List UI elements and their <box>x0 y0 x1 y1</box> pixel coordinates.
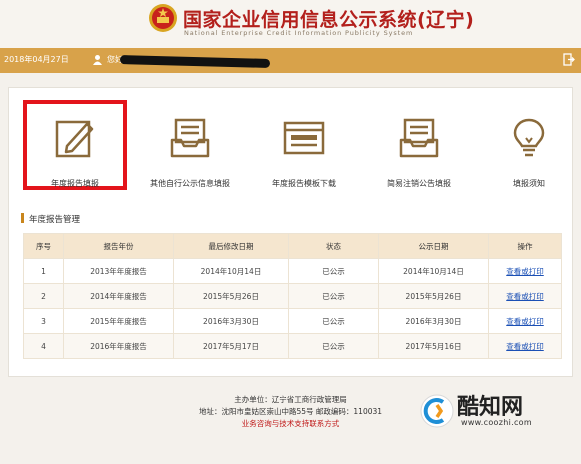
edit-document-icon <box>55 120 94 158</box>
publish-date: 2015年5月26日 <box>378 283 489 309</box>
function-label: 年度报告模板下载 <box>272 179 336 188</box>
column-header: 报告年份 <box>63 233 174 259</box>
table-row: 2 2014年年度报告 2015年5月26日 已公示 2015年5月26日 查看… <box>23 283 562 309</box>
template-window-icon <box>283 121 325 155</box>
filing-notice-button[interactable]: 填报须知 <box>474 116 581 189</box>
row-index: 3 <box>23 308 64 334</box>
column-header: 最后修改日期 <box>173 233 289 259</box>
function-label: 年度报告填报 <box>51 179 99 188</box>
view-print-link[interactable]: 查看或打印 <box>488 333 562 359</box>
user-bar: 2018年04月27日 您好 <box>0 48 581 73</box>
last-modified-date: 2014年10月14日 <box>173 258 289 284</box>
publish-date: 2016年3月30日 <box>378 308 489 334</box>
function-label: 其他自行公示信息填报 <box>150 179 230 188</box>
report-year: 2014年年度报告 <box>63 283 174 309</box>
template-download-button[interactable]: 年度报告模板下载 <box>249 116 359 189</box>
row-index: 2 <box>23 283 64 309</box>
section-title: 年度报告管理 <box>21 213 80 225</box>
column-header: 状态 <box>288 233 379 259</box>
view-print-link[interactable]: 查看或打印 <box>488 258 562 284</box>
view-print-link[interactable]: 查看或打印 <box>488 308 562 334</box>
row-index: 1 <box>23 258 64 284</box>
logout-icon[interactable] <box>563 53 575 66</box>
table-row: 4 2016年年度报告 2017年5月17日 已公示 2017年5月16日 查看… <box>23 333 562 359</box>
status-text: 已公示 <box>288 308 379 334</box>
annual-report-table: 序号 报告年份 最后修改日期 状态 公示日期 操作 1 2013年年度报告 20… <box>23 233 562 359</box>
function-label: 简易注销公告填报 <box>387 179 451 188</box>
inbox-tray-icon <box>170 118 210 158</box>
last-modified-date: 2017年5月17日 <box>173 333 289 359</box>
table-header-row: 序号 报告年份 最后修改日期 状态 公示日期 操作 <box>23 233 562 259</box>
watermark-url: www.coozhi.com <box>461 418 532 427</box>
national-emblem-icon <box>149 4 177 32</box>
current-date: 2018年04月27日 <box>4 55 69 64</box>
site-header: 国家企业信用信息公示系统(辽宁) National Enterprise Cre… <box>0 0 581 48</box>
coozhi-logo-icon <box>420 394 454 428</box>
main-panel: 年度报告填报 其他自行公示信息填报 年度报告模板下载 简易注销公告填报 填报须知… <box>8 87 573 377</box>
function-label: 填报须知 <box>513 179 545 188</box>
annual-report-fill-button[interactable]: 年度报告填报 <box>20 116 130 189</box>
redacted-username <box>119 55 271 68</box>
report-year: 2015年年度报告 <box>63 308 174 334</box>
last-modified-date: 2015年5月26日 <box>173 283 289 309</box>
view-print-link[interactable]: 查看或打印 <box>488 283 562 309</box>
last-modified-date: 2016年3月30日 <box>173 308 289 334</box>
status-text: 已公示 <box>288 333 379 359</box>
table-row: 1 2013年年度报告 2014年10月14日 已公示 2014年10月14日 … <box>23 258 562 284</box>
column-header: 公示日期 <box>378 233 489 259</box>
row-index: 4 <box>23 333 64 359</box>
lightbulb-icon <box>513 118 545 157</box>
other-disclosure-fill-button[interactable]: 其他自行公示信息填报 <box>135 116 245 189</box>
site-subtitle: National Enterprise Credit Information P… <box>184 29 414 37</box>
watermark: 酷知网 www.coozhi.com <box>419 385 581 445</box>
column-header: 序号 <box>23 233 64 259</box>
user-icon <box>93 55 102 65</box>
report-year: 2013年年度报告 <box>63 258 174 284</box>
table-row: 3 2015年年度报告 2016年3月30日 已公示 2016年3月30日 查看… <box>23 308 562 334</box>
simple-deregistration-fill-button[interactable]: 简易注销公告填报 <box>364 116 474 189</box>
report-year: 2016年年度报告 <box>63 333 174 359</box>
site-title: 国家企业信用信息公示系统(辽宁) <box>183 9 475 31</box>
column-header: 操作 <box>488 233 562 259</box>
inbox-tray-icon <box>399 118 439 158</box>
publish-date: 2017年5月16日 <box>378 333 489 359</box>
status-text: 已公示 <box>288 258 379 284</box>
watermark-name: 酷知网 <box>457 395 524 420</box>
status-text: 已公示 <box>288 283 379 309</box>
publish-date: 2014年10月14日 <box>378 258 489 284</box>
